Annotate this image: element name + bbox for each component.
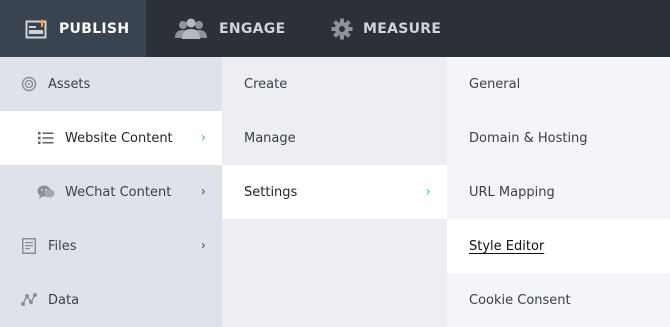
menu-item-label: Assets: [48, 76, 91, 92]
menu-item-url-mapping[interactable]: URL Mapping: [447, 165, 670, 219]
menu-item-label: Domain & Hosting: [469, 130, 588, 146]
gear-icon: [331, 18, 353, 40]
document-icon: [20, 238, 38, 254]
top-navigation-bar: PUBLISH ENGAGE MEASURE: [0, 0, 670, 57]
menu-item-label: URL Mapping: [469, 184, 555, 200]
menu-item-website-content[interactable]: Website Content ›: [0, 111, 222, 165]
menu-item-label: Create: [244, 76, 288, 92]
graph-nodes-icon: [20, 292, 38, 308]
menu-item-label: WeChat Content: [65, 184, 172, 200]
menu-item-label: Website Content: [65, 130, 173, 146]
menu-item-wechat-content[interactable]: WeChat Content ›: [0, 165, 222, 219]
menu-item-data[interactable]: Data: [0, 273, 222, 327]
menu-item-label: Manage: [244, 130, 296, 146]
tab-engage[interactable]: ENGAGE: [146, 0, 303, 57]
chevron-right-icon: ›: [200, 184, 206, 200]
secondary-menu: Create Manage Settings ›: [222, 57, 447, 327]
target-icon: [20, 76, 38, 92]
publish-icon: [25, 18, 49, 40]
primary-menu: Assets Website Content › WeChat Content …: [0, 57, 222, 327]
menu-item-files[interactable]: Files ›: [0, 219, 222, 273]
chevron-right-icon: ›: [425, 184, 431, 200]
menu-item-style-editor[interactable]: Style Editor: [447, 219, 670, 273]
menu-item-label: Cookie Consent: [469, 292, 571, 308]
chevron-right-icon: ›: [200, 130, 206, 146]
menu-item-manage[interactable]: Manage: [222, 111, 447, 165]
tab-publish[interactable]: PUBLISH: [0, 0, 146, 57]
menu-item-label: Settings: [244, 184, 298, 200]
tab-measure[interactable]: MEASURE: [303, 0, 483, 57]
menu-item-label: General: [469, 76, 521, 92]
menu-item-cookie-consent[interactable]: Cookie Consent: [447, 273, 670, 327]
tab-publish-label: PUBLISH: [59, 20, 130, 37]
people-icon: [173, 18, 209, 40]
list-icon: [37, 131, 55, 145]
menu-item-label: Style Editor: [469, 238, 545, 254]
menu-item-domain-hosting[interactable]: Domain & Hosting: [447, 111, 670, 165]
menu-item-label: Files: [48, 238, 77, 254]
menu-item-general[interactable]: General: [447, 57, 670, 111]
menu-item-assets[interactable]: Assets: [0, 57, 222, 111]
chat-bubble-icon: [37, 184, 55, 200]
menu-item-settings[interactable]: Settings ›: [222, 165, 447, 219]
chevron-right-icon: ›: [200, 238, 206, 254]
tab-measure-label: MEASURE: [363, 20, 442, 37]
tertiary-menu: General Domain & Hosting URL Mapping Sty…: [447, 57, 670, 327]
tab-engage-label: ENGAGE: [219, 20, 286, 37]
menu-item-create[interactable]: Create: [222, 57, 447, 111]
menu-item-label: Data: [48, 292, 80, 308]
